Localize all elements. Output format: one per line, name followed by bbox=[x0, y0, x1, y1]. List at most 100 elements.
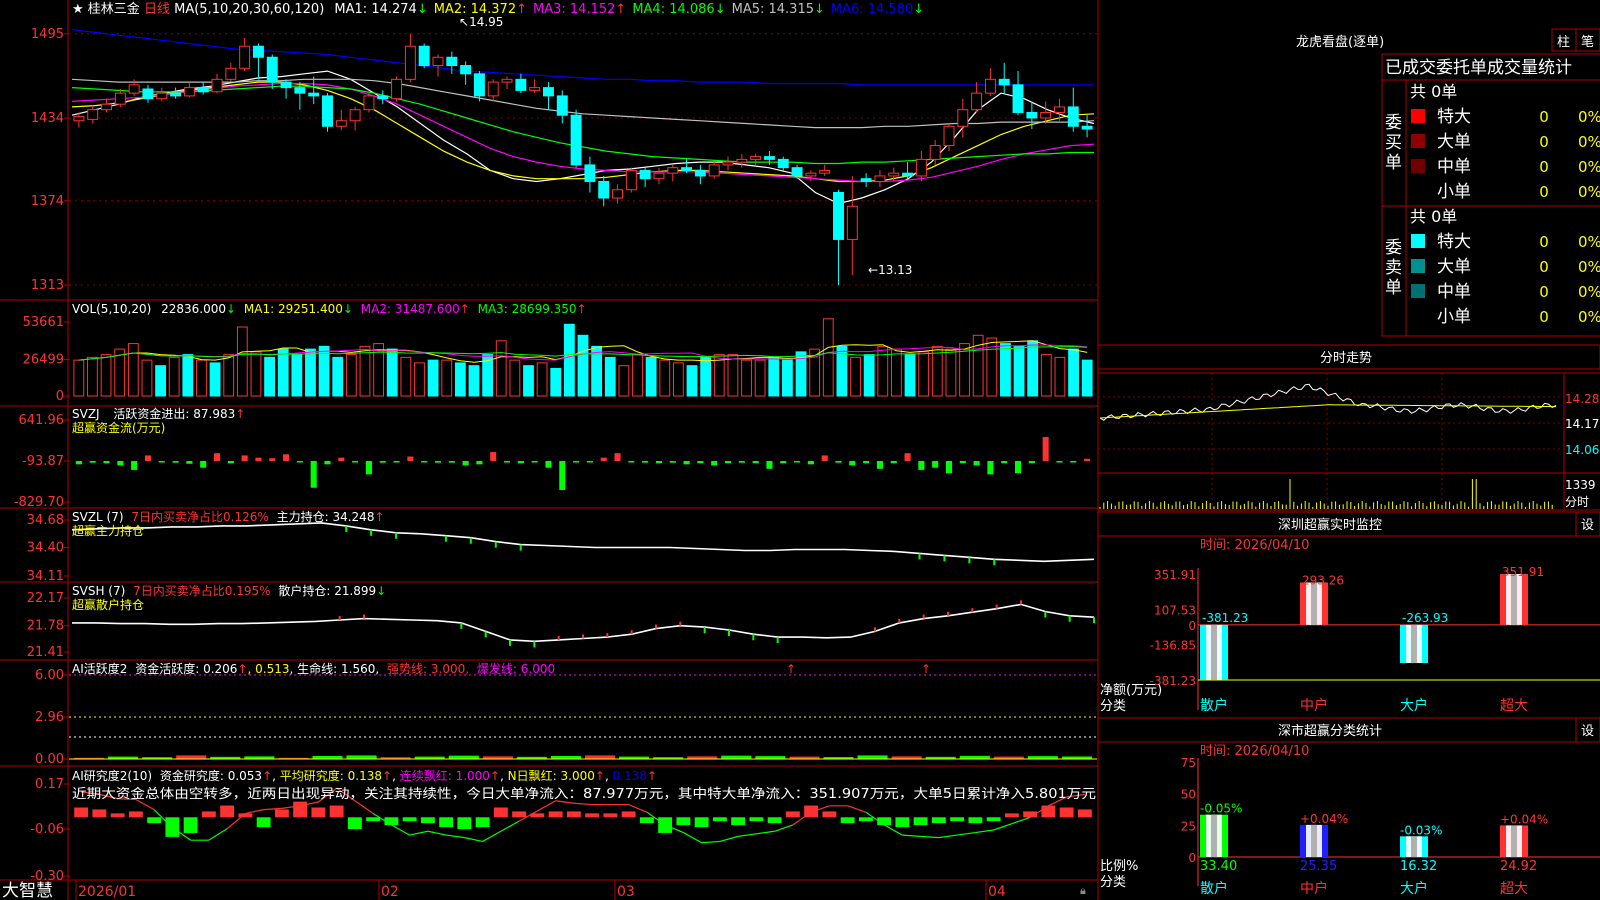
fund-flow-bar[interactable] bbox=[683, 461, 690, 465]
research-bar[interactable] bbox=[785, 811, 800, 818]
volume-bar[interactable] bbox=[700, 356, 712, 397]
fund-flow-bar[interactable] bbox=[780, 461, 787, 464]
volume-bar[interactable] bbox=[604, 356, 616, 397]
volume-bar[interactable] bbox=[672, 362, 684, 397]
fund-flow-bar[interactable] bbox=[545, 461, 552, 468]
research-bar[interactable] bbox=[1041, 805, 1056, 818]
volume-bar[interactable] bbox=[1068, 348, 1079, 397]
candle[interactable] bbox=[363, 93, 375, 113]
volume-bar[interactable] bbox=[645, 356, 657, 397]
fund-flow-bar[interactable] bbox=[296, 461, 303, 463]
research-bar[interactable] bbox=[621, 811, 636, 818]
candle[interactable] bbox=[708, 162, 720, 179]
research-bar[interactable] bbox=[74, 807, 89, 818]
volume-bar[interactable] bbox=[141, 359, 153, 397]
fund-flow-bar[interactable] bbox=[310, 461, 317, 488]
fund-flow-bar[interactable] bbox=[1028, 461, 1035, 464]
volume-bar[interactable] bbox=[877, 345, 889, 397]
research-bar[interactable] bbox=[92, 809, 107, 818]
fund-flow-bar[interactable] bbox=[752, 461, 759, 464]
volume-bar[interactable] bbox=[264, 356, 275, 397]
research-bar[interactable] bbox=[694, 817, 709, 828]
fund-flow-bar[interactable] bbox=[517, 461, 524, 464]
fund-flow-bar[interactable] bbox=[1070, 461, 1077, 463]
research-bar[interactable] bbox=[931, 817, 946, 824]
stock-chart[interactable]: 1495 1434 1374 1313 ★ 桂林三金 日线 MA(5,10,20,30… bbox=[0, 0, 1600, 900]
research-bar[interactable] bbox=[676, 817, 691, 826]
fund-flow-bar[interactable] bbox=[1042, 437, 1049, 461]
volume-bar[interactable] bbox=[400, 356, 412, 397]
fund-flow-bar[interactable] bbox=[490, 452, 497, 461]
volume-bar[interactable] bbox=[359, 345, 371, 397]
volume-bar[interactable] bbox=[713, 354, 725, 397]
research-bar[interactable] bbox=[110, 813, 125, 818]
fund-flow-bar[interactable] bbox=[476, 461, 483, 465]
fund-flow-bar[interactable] bbox=[227, 461, 234, 464]
volume-bar[interactable] bbox=[632, 354, 643, 397]
research-bar[interactable] bbox=[311, 807, 326, 818]
fund-flow-bar[interactable] bbox=[255, 457, 262, 461]
fund-flow-bar[interactable] bbox=[75, 461, 82, 465]
volume-bar[interactable] bbox=[536, 362, 548, 397]
research-bar[interactable] bbox=[858, 817, 873, 822]
volume-bar[interactable] bbox=[100, 354, 112, 397]
research-bar[interactable] bbox=[512, 811, 527, 818]
research-bar[interactable] bbox=[968, 817, 983, 824]
volume-bar[interactable] bbox=[931, 345, 943, 397]
volume-bar[interactable] bbox=[73, 359, 85, 397]
volume-bar[interactable] bbox=[427, 359, 439, 397]
volume-bar[interactable] bbox=[127, 343, 139, 397]
research-bar[interactable] bbox=[128, 811, 143, 818]
volume-bar[interactable] bbox=[523, 365, 534, 397]
volume-bar[interactable] bbox=[454, 362, 466, 397]
volume-bar[interactable] bbox=[277, 348, 289, 397]
fund-flow-bar[interactable] bbox=[200, 461, 207, 468]
fund-flow-bar[interactable] bbox=[117, 461, 124, 466]
volume-bar[interactable] bbox=[441, 359, 453, 397]
research-bar[interactable] bbox=[347, 817, 362, 830]
volume-bar[interactable] bbox=[468, 365, 480, 397]
fund-flow-bar[interactable] bbox=[876, 461, 883, 469]
volume-bar[interactable] bbox=[250, 351, 262, 397]
volume-bar[interactable] bbox=[850, 356, 861, 397]
fund-flow-bar[interactable] bbox=[835, 461, 842, 463]
fund-flow-bar[interactable] bbox=[628, 461, 635, 463]
fund-flow-bar[interactable] bbox=[103, 461, 110, 464]
research-bar[interactable] bbox=[731, 817, 746, 826]
lock-icon[interactable]: 🔒︎ bbox=[1080, 884, 1086, 897]
research-bar[interactable] bbox=[603, 813, 618, 818]
research-bar[interactable] bbox=[402, 817, 417, 822]
research-bar[interactable] bbox=[439, 817, 454, 828]
volume-bar[interactable] bbox=[1027, 340, 1039, 397]
fund-flow-bar[interactable] bbox=[959, 461, 966, 464]
research-bar[interactable] bbox=[493, 807, 508, 818]
volume-bar[interactable] bbox=[155, 365, 166, 397]
fund-flow-bar[interactable] bbox=[1056, 461, 1063, 463]
research-bar[interactable] bbox=[548, 811, 563, 818]
volume-bar[interactable] bbox=[236, 326, 248, 397]
fund-flow-bar[interactable] bbox=[393, 461, 400, 463]
fund-flow-bar[interactable] bbox=[987, 461, 994, 475]
fund-flow-bar[interactable] bbox=[821, 455, 828, 461]
research-bar[interactable] bbox=[840, 817, 855, 824]
research-bar[interactable] bbox=[220, 805, 235, 818]
fund-flow-bar[interactable] bbox=[904, 453, 911, 461]
fund-flow-bar[interactable] bbox=[945, 461, 953, 474]
fund-flow-bar[interactable] bbox=[863, 461, 870, 464]
fund-flow-bar[interactable] bbox=[642, 461, 649, 463]
volume-bar[interactable] bbox=[495, 340, 507, 397]
fund-flow-bar[interactable] bbox=[766, 461, 773, 469]
candle[interactable] bbox=[391, 76, 403, 102]
fund-flow-bar[interactable] bbox=[573, 461, 580, 463]
volume-bar[interactable] bbox=[741, 359, 752, 397]
volume-bar[interactable] bbox=[345, 354, 357, 397]
fund-flow-bar[interactable] bbox=[144, 455, 151, 461]
fund-flow-bar[interactable] bbox=[1084, 458, 1091, 461]
research-bar[interactable] bbox=[585, 813, 600, 818]
fund-flow-bar[interactable] bbox=[352, 461, 359, 463]
fund-flow-bar[interactable] bbox=[669, 461, 676, 463]
fund-flow-bar[interactable] bbox=[849, 461, 856, 466]
volume-bar[interactable] bbox=[386, 348, 398, 397]
research-bar[interactable] bbox=[183, 817, 198, 833]
fund-flow-bar[interactable] bbox=[655, 461, 662, 464]
